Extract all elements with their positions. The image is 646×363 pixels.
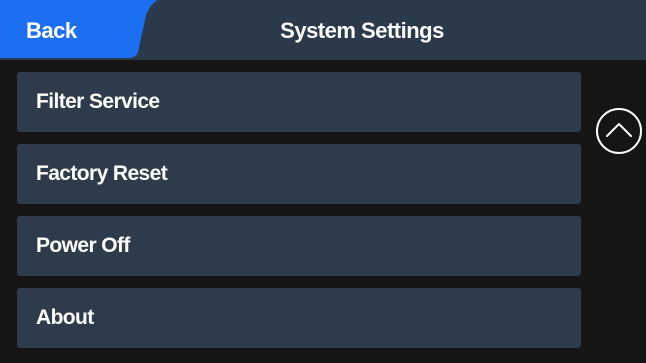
page-title: System Settings [280, 18, 444, 43]
menu-item-label: About [36, 306, 94, 329]
menu-item-filter-service[interactable]: Filter Service [17, 72, 581, 132]
menu-item-label: Filter Service [36, 90, 160, 113]
settings-menu-list: Filter Service Factory Reset Power Off A… [17, 72, 581, 348]
menu-item-power-off[interactable]: Power Off [17, 216, 581, 276]
back-button-background [0, 0, 158, 58]
back-button[interactable]: Back [0, 0, 158, 60]
system-settings-screen: Back System Settings Filter Service Fact… [0, 0, 646, 363]
back-label: Back [26, 18, 77, 43]
menu-item-factory-reset[interactable]: Factory Reset [17, 144, 581, 204]
chevron-up-circle-icon [596, 108, 642, 154]
menu-item-about[interactable]: About [17, 288, 581, 348]
scroll-up-button[interactable] [595, 107, 643, 155]
header-bar: Back System Settings [0, 0, 646, 60]
menu-item-label: Factory Reset [36, 162, 168, 185]
menu-item-label: Power Off [36, 234, 130, 257]
